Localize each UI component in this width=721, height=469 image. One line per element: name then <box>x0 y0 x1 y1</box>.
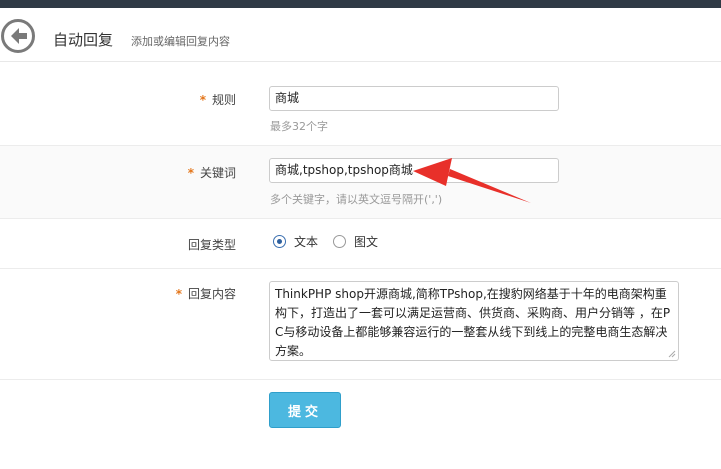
reply-content-text: ThinkPHP shop开源商城,简称TPshop,在搜豹网络基于十年的电商架… <box>275 287 671 358</box>
page-subtitle: 添加或编辑回复内容 <box>131 35 230 48</box>
resize-grip-icon[interactable] <box>668 350 676 358</box>
reply-content-row: * 回复内容 ThinkPHP shop开源商城,简称TPshop,在搜豹网络基于… <box>0 269 721 380</box>
rule-input[interactable]: 商城 <box>269 86 559 111</box>
page-header: 自动回复 添加或编辑回复内容 <box>0 8 721 62</box>
radio-image-text[interactable] <box>333 235 347 248</box>
required-star: * <box>175 287 182 301</box>
back-arrow-icon <box>1 19 35 53</box>
back-button[interactable] <box>0 18 36 54</box>
rule-row: * 规则 商城 最多32个字 <box>0 62 721 146</box>
radio-text-label[interactable]: 文本 <box>294 233 318 250</box>
required-star: * <box>199 93 206 107</box>
keyword-row: * 关键词 商城,tpshop,tpshop商城 多个关键字，请以英文逗号隔开('… <box>0 146 721 219</box>
keyword-label: * 关键词 <box>187 166 236 180</box>
reply-type-row: 回复类型 文本 图文 <box>0 219 721 269</box>
reply-content-textarea[interactable]: ThinkPHP shop开源商城,简称TPshop,在搜豹网络基于十年的电商架… <box>269 281 679 361</box>
rule-hint: 最多32个字 <box>270 120 328 133</box>
radio-text[interactable] <box>273 235 286 248</box>
keyword-input[interactable]: 商城,tpshop,tpshop商城 <box>269 158 559 183</box>
rule-label: * 规则 <box>199 93 236 107</box>
required-star: * <box>187 166 194 180</box>
keyword-hint: 多个关键字，请以英文逗号隔开(',') <box>270 193 443 206</box>
top-bar <box>0 0 721 8</box>
page-title: 自动回复 <box>53 31 114 49</box>
reply-type-radio-group: 文本 图文 <box>273 233 393 250</box>
reply-type-label: 回复类型 <box>187 238 236 252</box>
radio-image-text-label[interactable]: 图文 <box>354 233 378 250</box>
reply-content-label: * 回复内容 <box>175 287 236 301</box>
submit-button[interactable]: 提交 <box>269 392 341 428</box>
